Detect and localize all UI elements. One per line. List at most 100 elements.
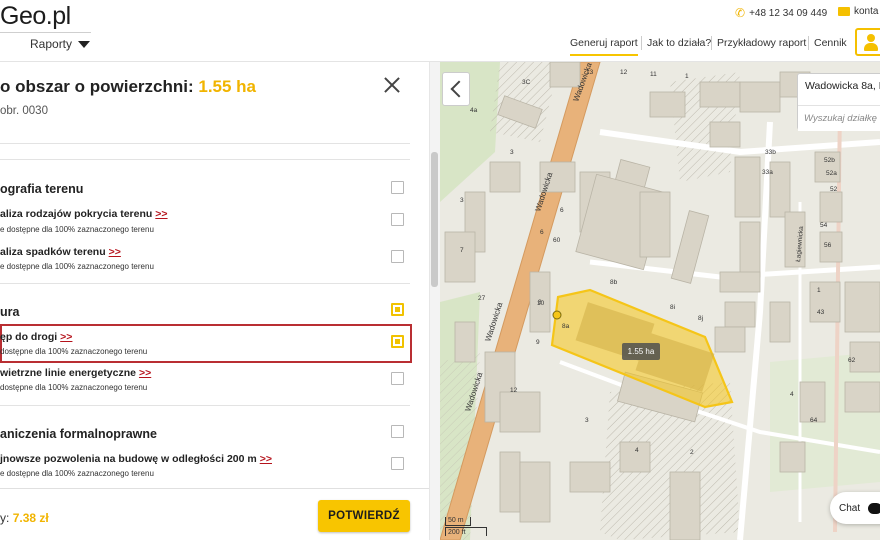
section-checkbox-topography[interactable] <box>391 181 404 194</box>
selected-area: 1.55 ha <box>198 77 257 96</box>
nav-sample-report[interactable]: Przykładowy raport <box>717 37 806 54</box>
panel-scrollbar-thumb[interactable] <box>431 152 438 287</box>
panel-title: o obszar o powierzchni: 1.55 ha <box>0 77 256 97</box>
chat-bubble-icon <box>868 502 880 514</box>
more-link[interactable]: >> <box>60 331 72 343</box>
back-chevron-icon[interactable] <box>442 72 470 106</box>
location-pin-icon[interactable] <box>552 310 562 320</box>
building-number-label: 3 <box>585 417 589 424</box>
chat-label: Chat <box>839 502 861 514</box>
current-address: Wadowicka 8a, Kr <box>805 80 880 92</box>
option-availability: dostępne dla 100% zaznaczonego terenu <box>0 383 148 392</box>
price-value: 7.38 zł <box>12 511 49 525</box>
section-divider <box>0 159 410 160</box>
scale-feet: 200 ft <box>445 527 487 536</box>
building-number-label: 8a <box>562 323 570 330</box>
building-number-label: 56 <box>824 242 832 249</box>
email-contact[interactable]: konta <box>838 6 878 17</box>
option-checkbox-road-access[interactable] <box>391 335 404 348</box>
nav-how-it-works[interactable]: Jak to działa? <box>647 37 711 54</box>
user-icon-body <box>864 43 878 51</box>
building-number-label: 33a <box>762 169 773 176</box>
building-number-label: 54 <box>820 222 828 229</box>
nav-generate-report[interactable]: Generuj raport <box>570 37 638 56</box>
option-checkbox-slopes[interactable] <box>391 250 404 263</box>
section-heading-topography: ografia terenu <box>0 182 84 196</box>
option-checkbox-power-lines[interactable] <box>391 372 404 385</box>
section-divider <box>0 405 410 406</box>
more-link[interactable]: >> <box>139 367 151 379</box>
section-heading-legal: aniczenia formalnoprawne <box>0 427 157 441</box>
panel-scrollbar-track[interactable] <box>429 62 440 540</box>
building-number-label: 1 <box>817 287 821 294</box>
building-number-label: 3 <box>510 149 514 156</box>
more-link[interactable]: >> <box>260 453 272 465</box>
option-title-text: ęp do drogi <box>0 331 58 343</box>
close-icon[interactable] <box>383 76 401 94</box>
option-availability: e dostępne dla 100% zaznaczonego terenu <box>0 225 154 234</box>
site-logo[interactable]: Geo.pl <box>0 2 71 31</box>
map-view[interactable]: Wadowicka Wadowicka Wadowicka Wadowicka … <box>440 62 880 540</box>
phone-contact[interactable]: ✆ +48 12 34 09 449 <box>735 6 827 20</box>
confirm-button[interactable]: POTWIERDŹ <box>318 500 410 532</box>
building-number-label: 43 <box>817 309 825 316</box>
phone-number: +48 12 34 09 449 <box>749 7 828 19</box>
nav-pricing[interactable]: Cennik <box>814 37 847 54</box>
building-number-label: 33b <box>765 149 776 156</box>
price-label: y: <box>0 511 10 525</box>
building-number-label: 11 <box>650 71 657 78</box>
option-availability: dostępne dla 100% zaznaczonego terenu <box>0 347 148 356</box>
building-number-label: 9 <box>536 339 540 346</box>
section-divider <box>0 283 410 284</box>
option-title-text: aliza spadków terenu <box>0 246 106 258</box>
chat-button[interactable]: Chat <box>830 492 880 524</box>
parcel-area-badge: 1.55 ha <box>622 343 660 360</box>
address-search-box: Wadowicka 8a, Kr <box>797 73 880 131</box>
building-number-label: 8b <box>610 279 618 286</box>
highlighted-option-frame <box>0 324 412 363</box>
map-scale: 50 m 200 ft <box>443 517 499 537</box>
section-checkbox-infrastructure[interactable] <box>391 303 404 316</box>
option-title: wietrzne linie energetyczne >> <box>0 367 151 379</box>
app-root: Geo.pl Raporty ✆ +48 12 34 09 449 konta … <box>0 0 880 540</box>
building-number-label: 8j <box>698 315 703 322</box>
nav-separator <box>641 36 642 50</box>
option-checkbox-building-permits[interactable] <box>391 457 404 470</box>
price-summary: y: 7.38 zł <box>0 511 49 525</box>
option-title: jnowsze pozwolenia na budowę w odległośc… <box>0 453 272 465</box>
building-number-label: 27 <box>478 295 486 302</box>
option-title-text: jnowsze pozwolenia na budowę w odległośc… <box>0 453 257 465</box>
account-button[interactable] <box>855 28 880 56</box>
reports-menu[interactable]: Raporty <box>30 37 91 51</box>
report-config-panel: o obszar o powierzchni: 1.55 ha obr. 003… <box>0 62 430 540</box>
section-checkbox-legal[interactable] <box>391 425 404 438</box>
option-title-text: aliza rodzajów pokrycia terenu <box>0 208 153 220</box>
option-availability: e dostępne dla 100% zaznaczonego terenu <box>0 262 154 271</box>
building-number-label: 52a <box>826 170 837 177</box>
parcel-subtitle: obr. 0030 <box>0 105 48 117</box>
nav-separator <box>808 36 809 50</box>
building-number-label: 12 <box>620 69 628 76</box>
option-title: ęp do drogi >> <box>0 331 72 343</box>
section-divider <box>0 143 410 144</box>
building-number-label: 6 <box>560 207 564 214</box>
scale-meters: 50 m <box>445 517 471 526</box>
more-link[interactable]: >> <box>109 246 121 258</box>
map-canvas[interactable]: Wadowicka Wadowicka Wadowicka Wadowicka … <box>440 62 880 540</box>
building-number-label: 4 <box>790 391 794 398</box>
parcel-search-input[interactable] <box>798 105 880 131</box>
option-checkbox-land-cover[interactable] <box>391 213 404 226</box>
building-number-label: 7 <box>460 247 464 254</box>
section-heading-infrastructure: ura <box>0 305 20 319</box>
panel-title-prefix: o obszar o powierzchni: <box>0 77 194 96</box>
option-title-text: wietrzne linie energetyczne <box>0 367 136 379</box>
email-text: konta <box>854 6 879 17</box>
building-number-label: 4a <box>470 107 478 114</box>
footer-divider <box>0 488 430 489</box>
more-link[interactable]: >> <box>155 208 167 220</box>
chevron-down-icon <box>78 40 91 48</box>
building-number-label: 64 <box>810 417 818 424</box>
building-number-label: 2 <box>690 449 694 456</box>
building-number-label: 3 <box>460 197 464 204</box>
building-number-label: 52b <box>824 157 835 164</box>
